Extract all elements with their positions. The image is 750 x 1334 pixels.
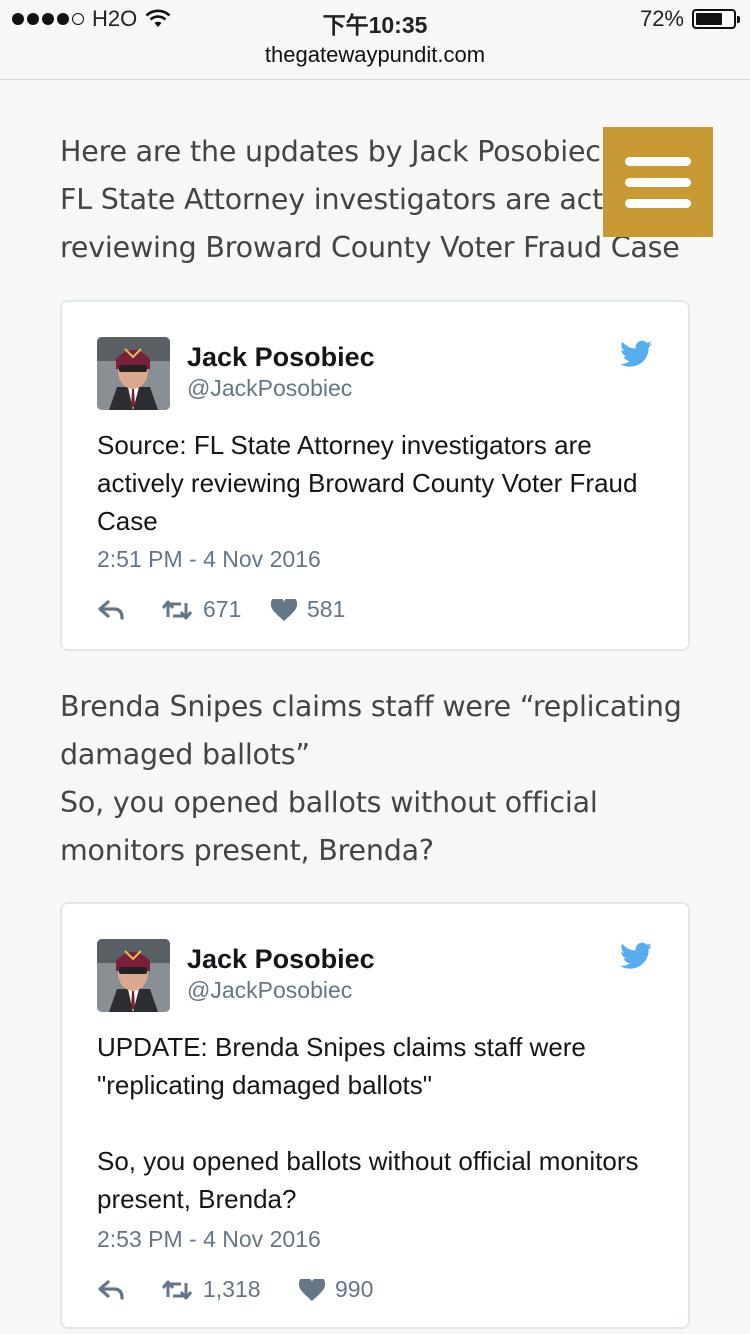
hamburger-menu-icon	[625, 156, 691, 166]
embedded-tweet-2[interactable]: Jack Posobiec @JackPosobiec UPDATE: Bren…	[60, 902, 690, 1329]
hamburger-menu-icon-bar	[625, 198, 691, 208]
retweet-button[interactable]: 671	[161, 596, 271, 623]
battery-level	[696, 13, 722, 25]
retweet-icon	[161, 600, 193, 619]
tweet-text: UPDATE: Brenda Snipes claims staff were …	[97, 1032, 639, 1214]
like-button[interactable]: 581	[271, 596, 345, 623]
battery-percent: 72%	[639, 6, 684, 31]
avatar[interactable]	[97, 939, 170, 1012]
reply-button[interactable]	[97, 1279, 161, 1301]
reply-icon	[98, 599, 124, 620]
status-bar: H2O 下午10:35 72%	[0, 0, 750, 40]
twitter-bird-icon[interactable]	[620, 340, 652, 368]
like-count: 581	[307, 596, 346, 622]
tweet-actions: 1,318 990	[97, 1276, 373, 1303]
battery-icon	[692, 9, 740, 29]
retweet-count: 671	[203, 596, 242, 622]
tweet-author-name[interactable]: Jack Posobiec	[187, 342, 375, 373]
like-count: 990	[335, 1276, 374, 1302]
heart-icon	[271, 598, 297, 621]
tweet-timestamp[interactable]: 2:51 PM - 4 Nov 2016	[97, 546, 321, 573]
tweet-actions: 671 581	[97, 596, 345, 623]
avatar[interactable]	[97, 337, 170, 410]
avatar-image	[97, 939, 170, 1012]
reply-icon	[98, 1279, 124, 1300]
retweet-count: 1,318	[203, 1276, 261, 1302]
like-button[interactable]: 990	[299, 1276, 373, 1303]
avatar-image	[97, 337, 170, 410]
hamburger-menu-icon-bar	[625, 177, 691, 187]
clock: 下午10:35	[322, 12, 428, 38]
reply-button[interactable]	[97, 599, 161, 621]
twitter-bird-icon[interactable]	[620, 942, 652, 970]
retweet-button[interactable]: 1,318	[161, 1276, 299, 1303]
tweet-author-name[interactable]: Jack Posobiec	[187, 944, 375, 975]
hamburger-menu-button[interactable]	[603, 127, 713, 237]
paragraph-text: Here are the updates by Jack Posobiec: F…	[60, 135, 680, 264]
tweet-author-handle[interactable]: @JackPosobiec	[187, 977, 352, 1004]
paragraph-text: Brenda Snipes claims staff were “replica…	[60, 690, 682, 867]
status-bar-right: 72%	[639, 6, 740, 32]
tweet-author-handle[interactable]: @JackPosobiec	[187, 375, 352, 402]
article-paragraph-2: Brenda Snipes claims staff were “replica…	[60, 683, 700, 875]
retweet-icon	[161, 1280, 193, 1299]
url-bar[interactable]: thegatewaypundit.com	[0, 40, 750, 80]
heart-icon	[299, 1278, 325, 1301]
embedded-tweet-1[interactable]: Jack Posobiec @JackPosobiec Source: FL S…	[60, 300, 690, 651]
tweet-text: Source: FL State Attorney investigators …	[97, 430, 638, 536]
tweet-timestamp[interactable]: 2:53 PM - 4 Nov 2016	[97, 1226, 321, 1253]
